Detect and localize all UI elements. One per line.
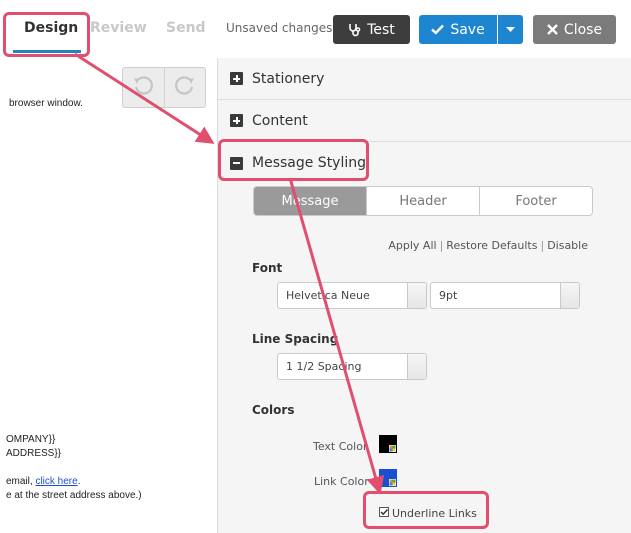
text-color-swatch[interactable] [379,435,397,453]
font-size-select[interactable]: 9pt [430,282,580,309]
collapse-icon [230,156,243,170]
preview-email-line: email, click here. [6,476,80,487]
save-options-button[interactable] [498,15,523,44]
tab-review[interactable]: Review [90,20,147,36]
close-icon [547,24,558,35]
line-spacing-select[interactable]: 1 1/2 Spacing [277,353,427,380]
redo-button[interactable] [163,68,206,107]
close-button-label: Close [563,21,603,38]
design-panel: Stationery Content Message Styling Messa… [217,58,631,533]
preview-email-prefix: email, [6,476,36,487]
underline-links-checkbox[interactable]: Underline Links [379,507,477,520]
save-button-label: Save [450,21,485,38]
close-button[interactable]: Close [533,15,616,44]
preview-company-token: OMPANY}} [6,434,56,445]
caret-down-icon [506,26,515,33]
expand-icon [230,72,243,85]
tab-message[interactable]: Message [254,187,366,215]
dropdown-arrow-icon [560,283,579,308]
dropdown-arrow-icon [407,354,426,379]
line-spacing-label: Line Spacing [252,332,339,346]
font-label: Font [252,261,283,275]
styling-target-tabs: Message Header Footer [253,186,593,216]
colors-label: Colors [252,403,295,417]
unsaved-status: Unsaved changes [226,21,333,35]
link-color-label: Link Color [314,475,369,488]
section-stationery-label: Stationery [252,70,325,87]
tab-footer[interactable]: Footer [479,187,592,215]
preview-address-token: ADDRESS}} [6,448,62,459]
active-tab-indicator [13,50,81,53]
top-bar: Design Review Send Unsaved changes Test … [0,0,631,58]
test-button[interactable]: Test [333,15,410,44]
checkbox-checked-icon [379,507,389,520]
apply-all-link[interactable]: Apply All [388,239,436,252]
section-content[interactable]: Content [218,100,631,142]
preview-click-here-link[interactable]: click here [35,476,77,487]
save-button[interactable]: Save [419,15,497,44]
test-button-label: Test [367,21,395,38]
preview-street-text: e at the street address above.) [6,490,142,501]
disable-link[interactable]: Disable [547,239,588,252]
tab-design[interactable]: Design [24,20,78,36]
undo-icon [132,74,154,101]
checkmark-icon [431,24,445,35]
preview-browser-text: browser window. [9,98,83,109]
font-family-value: Helvetica Neue [286,289,370,302]
section-message-styling-label: Message Styling [252,155,367,171]
underline-links-label: Underline Links [392,507,477,520]
styling-actions: Apply All | Restore Defaults | Disable [388,239,588,252]
font-size-value: 9pt [439,289,458,302]
stethoscope-icon [348,23,361,37]
section-message-styling[interactable]: Message Styling [218,142,631,184]
section-stationery[interactable]: Stationery [218,58,631,100]
redo-icon [174,74,196,101]
font-family-select[interactable]: Helvetica Neue [277,282,427,309]
dropdown-arrow-icon [407,283,426,308]
undo-button[interactable] [123,68,164,107]
tab-send[interactable]: Send [166,20,206,36]
line-spacing-value: 1 1/2 Spacing [286,360,362,373]
preview-email-suffix: . [77,476,81,487]
text-color-label: Text Color [313,440,368,453]
tab-header[interactable]: Header [366,187,479,215]
undo-redo-group [122,67,206,108]
expand-icon [230,114,243,127]
restore-defaults-link[interactable]: Restore Defaults [446,239,537,252]
link-color-swatch[interactable] [379,469,397,487]
section-content-label: Content [252,112,308,129]
message-preview: browser window. OMPANY}} ADDRESS}} email… [0,58,217,533]
